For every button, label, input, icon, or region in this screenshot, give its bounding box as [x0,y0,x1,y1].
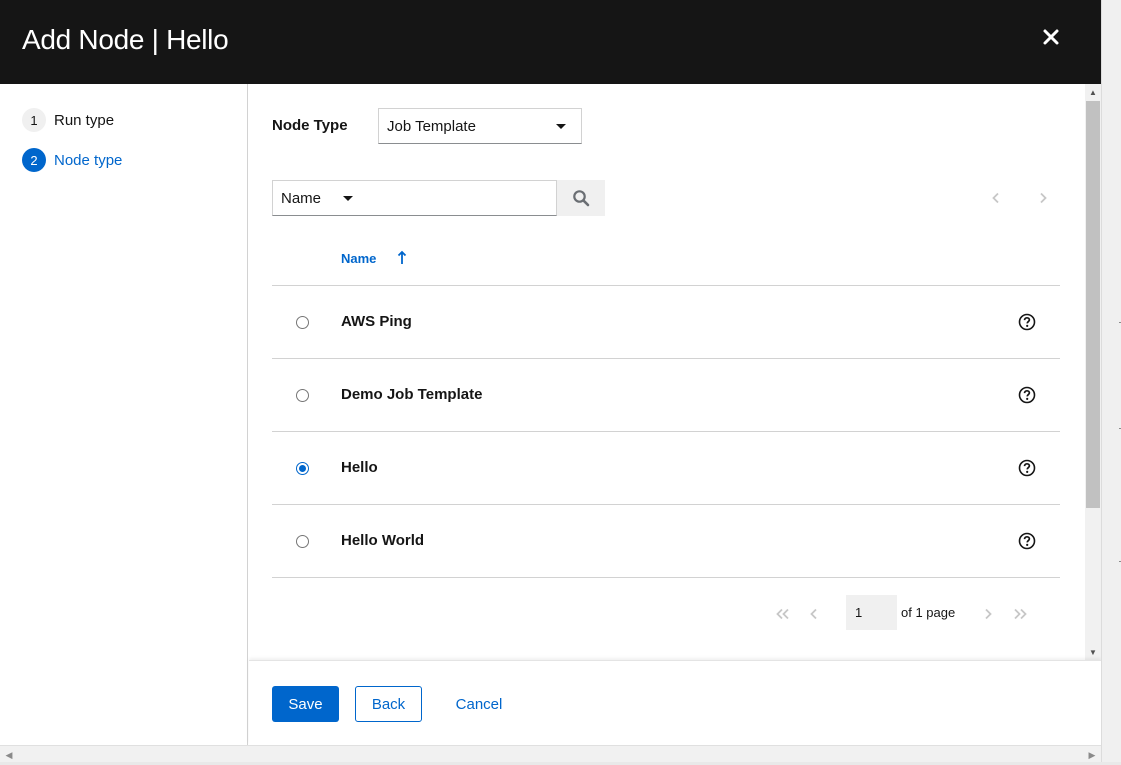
question-circle-icon[interactable] [1018,313,1036,331]
scroll-right-arrow-icon[interactable]: ▶ [1085,749,1099,761]
angle-right-icon [985,608,992,620]
body-vertical-scrollbar[interactable]: ▲ ▼ [1085,84,1101,660]
angle-left-icon [992,192,999,204]
current-page-input[interactable] [846,595,897,630]
angle-double-right-icon [1014,608,1027,620]
row-name: Hello [341,459,378,476]
save-button[interactable]: Save [272,686,339,722]
prev-page-button[interactable] [985,187,1007,209]
table-row[interactable]: Demo Job Template [272,359,1060,432]
search-icon [573,190,590,207]
step-label: Run type [54,111,115,129]
horizontal-scrollbar[interactable]: ◀ ▶ [0,745,1101,762]
node-type-select[interactable]: Job Template [378,108,582,144]
wizard-step-node-type[interactable]: 2 Node type [22,148,122,172]
wizard-step-run-type[interactable]: 1 Run type [22,108,114,132]
node-type-label: Node Type [272,117,348,134]
scroll-left-arrow-icon[interactable]: ◀ [2,749,16,761]
add-node-modal: Add Node | Hello 1 Run type 2 Node type … [0,0,1101,765]
question-circle-icon[interactable] [1018,459,1036,477]
caret-down-icon [556,124,566,129]
row-radio[interactable] [296,462,309,475]
question-circle-icon[interactable] [1018,386,1036,404]
scroll-up-arrow-icon[interactable]: ▲ [1085,84,1101,100]
column-header-name[interactable]: Name [341,251,376,266]
search-input[interactable] [370,180,557,216]
wizard-nav: 1 Run type 2 Node type [0,84,248,745]
close-icon[interactable] [1040,26,1062,48]
wizard-footer: Save Back Cancel [249,660,1101,745]
angle-right-icon [1040,192,1047,204]
cancel-button[interactable]: Cancel [445,686,513,722]
next-page-button[interactable] [1032,187,1054,209]
prev-page-button[interactable] [806,603,822,625]
caret-down-icon [343,196,353,201]
scroll-down-arrow-icon[interactable]: ▼ [1085,644,1101,660]
row-radio[interactable] [296,535,309,548]
back-button[interactable]: Back [355,686,422,722]
step-number-badge: 2 [22,148,46,172]
angle-double-left-icon [776,608,789,620]
row-name: Demo Job Template [341,386,483,403]
modal-title: Add Node | Hello [22,24,229,55]
step-number-badge: 1 [22,108,46,132]
node-type-selected-value: Job Template [387,117,476,135]
first-page-button[interactable] [773,603,793,625]
row-name: AWS Ping [341,313,412,330]
page-count-text: of 1 page [901,605,956,620]
row-radio[interactable] [296,316,309,329]
question-circle-icon[interactable] [1018,532,1036,550]
scrollbar-thumb[interactable] [1086,101,1100,508]
search-field-value: Name [281,189,322,207]
table-row[interactable]: Hello [272,432,1060,505]
last-page-button[interactable] [1010,603,1030,625]
search-field-select[interactable]: Name [272,180,371,216]
table-row[interactable]: Hello World [272,505,1060,578]
page-vertical-scrollbar[interactable] [1101,0,1121,765]
step-label: Node type [54,151,123,169]
wizard-body: Node Type Job Template Name Name AWS Pin… [249,84,1085,660]
modal-header: Add Node | Hello [0,0,1101,84]
sort-ascending-icon[interactable] [397,250,407,271]
next-page-button[interactable] [980,603,996,625]
search-button[interactable] [557,180,605,216]
angle-left-icon [810,608,817,620]
row-radio[interactable] [296,389,309,402]
row-name: Hello World [341,532,425,549]
table-row[interactable]: AWS Ping [272,286,1060,359]
